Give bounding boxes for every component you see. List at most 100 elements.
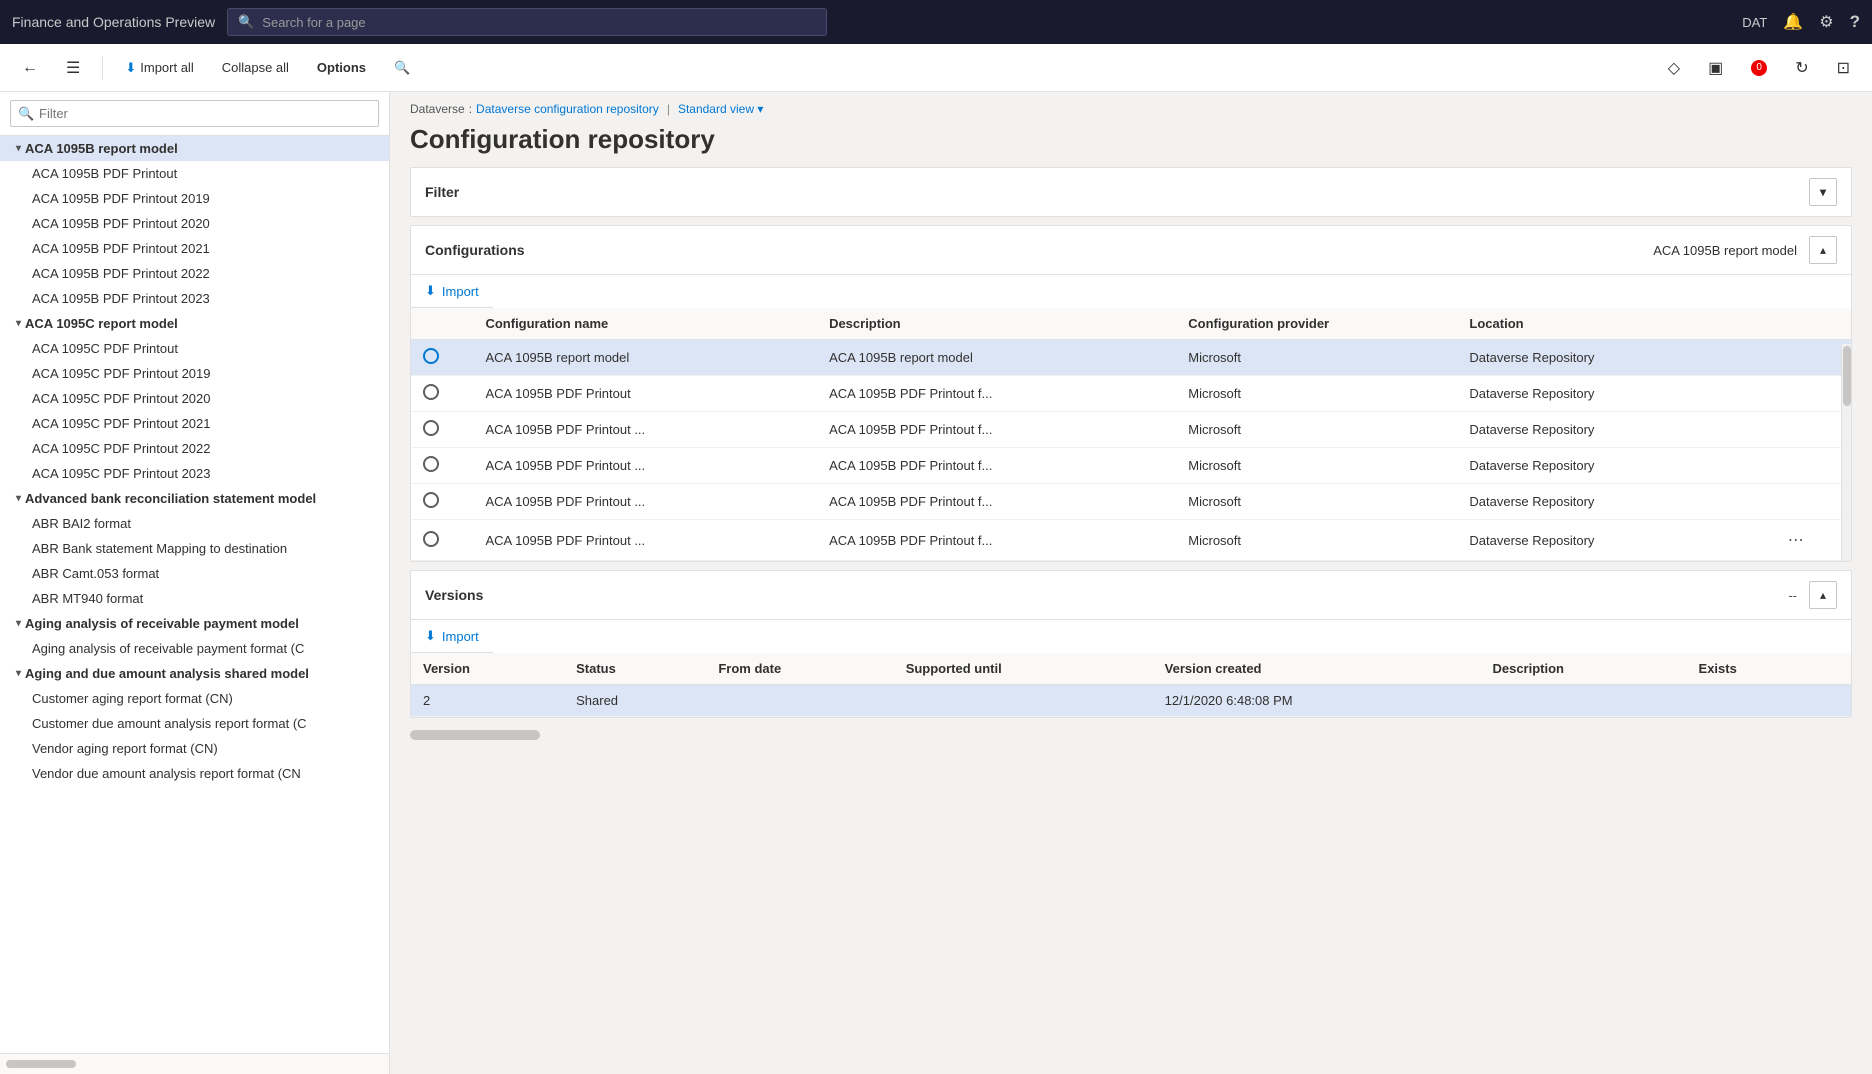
toolbar-diamond-icon[interactable]: ◇ xyxy=(1658,52,1690,84)
table-scrollbar-thumb[interactable] xyxy=(1843,346,1851,406)
radio-cell[interactable] xyxy=(411,448,473,484)
filter-panel-collapse-btn[interactable]: ▾ xyxy=(1809,178,1837,206)
bottom-scrollbar[interactable] xyxy=(410,730,540,740)
tree-item-cust-due[interactable]: Customer due amount analysis report form… xyxy=(0,711,380,736)
table-row[interactable]: ACA 1095B PDF Printout ... ACA 1095B PDF… xyxy=(411,484,1851,520)
tree-group-abr[interactable]: ▾ Advanced bank reconciliation statement… xyxy=(0,486,389,511)
tree-item-abr-mt940[interactable]: ABR MT940 format xyxy=(0,586,389,611)
import-all-button[interactable]: ⬇ Import all xyxy=(115,54,203,82)
tree-item-abr-bai2[interactable]: ABR BAI2 format xyxy=(0,511,389,536)
tree-item-aca1095b-pdf2022[interactable]: ACA 1095B PDF Printout 2022 xyxy=(0,261,389,286)
toolbar: ← ☰ ⬇ Import all Collapse all Options 🔍 … xyxy=(0,44,1872,92)
tree-item-aca1095b-pdf2021[interactable]: ACA 1095B PDF Printout 2021 xyxy=(0,236,389,261)
tree-item-vendor-aging[interactable]: Vendor aging report format (CN) xyxy=(0,736,389,761)
col-supported-until[interactable]: Supported until xyxy=(894,653,1153,685)
versions-import-button[interactable]: ⬇ Import xyxy=(411,620,493,653)
table-row[interactable]: ACA 1095B PDF Printout ... ACA 1095B PDF… xyxy=(411,520,1851,561)
provider-cell: Microsoft xyxy=(1176,340,1457,376)
notification-icon[interactable]: 🔔 xyxy=(1783,12,1803,32)
back-button[interactable]: ← xyxy=(12,53,48,83)
menu-button[interactable]: ☰ xyxy=(56,52,90,84)
tree-item-cust-aging[interactable]: Customer aging report format (CN) xyxy=(0,686,389,711)
col-exists[interactable]: Exists xyxy=(1687,653,1821,685)
sidebar-scroll-thumb[interactable] xyxy=(6,1060,76,1068)
help-icon[interactable]: ? xyxy=(1850,12,1860,32)
tree-item-label: Aging analysis of receivable payment for… xyxy=(32,641,304,656)
radio-button[interactable] xyxy=(423,348,439,364)
tree-item-abr-bank[interactable]: ABR Bank statement Mapping to destinatio… xyxy=(0,536,389,561)
radio-cell[interactable] xyxy=(411,412,473,448)
breadcrumb-view[interactable]: Standard view ▾ xyxy=(678,102,763,116)
tree-group-aca1095c[interactable]: ▾ ACA 1095C report model xyxy=(0,311,389,336)
chevron-up-icon: ▴ xyxy=(1820,588,1826,602)
tree-group-aging-due[interactable]: ▾ Aging and due amount analysis shared m… xyxy=(0,661,389,686)
col-status[interactable]: Status xyxy=(564,653,706,685)
toolbar-fullscreen-icon[interactable]: ⊡ xyxy=(1827,52,1860,84)
row-actions-button[interactable]: ⋯ xyxy=(1782,528,1810,552)
toolbar-search-button[interactable]: 🔍 xyxy=(384,54,420,82)
tree-item-vendor-due[interactable]: Vendor due amount analysis report format… xyxy=(0,761,380,786)
sidebar: 🔍 ▾ ACA 1095B report model ACA 1095B PDF… xyxy=(0,92,390,1074)
toolbar-search-icon: 🔍 xyxy=(394,60,410,76)
tree-item-aca1095b-pdf2023[interactable]: ACA 1095B PDF Printout 2023 xyxy=(0,286,389,311)
versions-panel-header[interactable]: Versions -- ▴ xyxy=(411,571,1851,620)
tree-item-aca1095b-pdf2019[interactable]: ACA 1095B PDF Printout 2019 xyxy=(0,186,389,211)
col-version-created[interactable]: Version created xyxy=(1153,653,1481,685)
tree-item-aging-recv-fmt[interactable]: Aging analysis of receivable payment for… xyxy=(0,636,380,661)
tree-item-aca1095c-pdf[interactable]: ACA 1095C PDF Printout xyxy=(0,336,389,361)
tree-item-aca1095c-pdf2023[interactable]: ACA 1095C PDF Printout 2023 xyxy=(0,461,389,486)
col-from-date[interactable]: From date xyxy=(706,653,893,685)
toolbar-badge-icon[interactable]: 0 xyxy=(1741,54,1777,82)
tree-item-aca1095c-pdf2021[interactable]: ACA 1095C PDF Printout 2021 xyxy=(0,411,389,436)
exists-cell xyxy=(1687,685,1821,717)
tree-item-aca1095c-pdf2020[interactable]: ACA 1095C PDF Printout 2020 xyxy=(0,386,389,411)
col-description[interactable]: Description xyxy=(817,308,1176,340)
tree-item-label: ACA 1095C PDF Printout 2019 xyxy=(32,366,211,381)
radio-cell[interactable] xyxy=(411,484,473,520)
settings-icon[interactable]: ⚙ xyxy=(1819,12,1833,32)
radio-button[interactable] xyxy=(423,420,439,436)
env-label: DAT xyxy=(1742,15,1767,30)
config-panel-collapse-btn[interactable]: ▴ xyxy=(1809,236,1837,264)
toolbar-layout-icon[interactable]: ▣ xyxy=(1698,52,1733,84)
table-row[interactable]: 2 Shared 12/1/2020 6:48:08 PM xyxy=(411,685,1851,717)
col-provider[interactable]: Configuration provider xyxy=(1176,308,1457,340)
radio-cell[interactable] xyxy=(411,520,473,561)
table-scrollbar-track[interactable] xyxy=(1841,344,1851,561)
tree-item-label: ABR Bank statement Mapping to destinatio… xyxy=(32,541,287,556)
radio-button[interactable] xyxy=(423,456,439,472)
radio-cell[interactable] xyxy=(411,340,473,376)
toolbar-separator xyxy=(102,56,103,80)
content-area: Dataverse : Dataverse configuration repo… xyxy=(390,92,1872,1074)
tree-item-aca1095c-pdf2019[interactable]: ACA 1095C PDF Printout 2019 xyxy=(0,361,389,386)
col-config-name[interactable]: Configuration name xyxy=(473,308,817,340)
table-row[interactable]: ACA 1095B PDF Printout ACA 1095B PDF Pri… xyxy=(411,376,1851,412)
tree-group-aca1095b[interactable]: ▾ ACA 1095B report model xyxy=(0,136,389,161)
table-row[interactable]: ACA 1095B report model ACA 1095B report … xyxy=(411,340,1851,376)
col-version[interactable]: Version xyxy=(411,653,564,685)
versions-panel-collapse-btn[interactable]: ▴ xyxy=(1809,581,1837,609)
tree-item-abr-camt[interactable]: ABR Camt.053 format xyxy=(0,561,389,586)
breadcrumb-link[interactable]: Dataverse configuration repository xyxy=(476,102,659,116)
config-panel-header[interactable]: Configurations ACA 1095B report model ▴ xyxy=(411,226,1851,275)
table-row[interactable]: ACA 1095B PDF Printout ... ACA 1095B PDF… xyxy=(411,412,1851,448)
tree-item-aca1095c-pdf2022[interactable]: ACA 1095C PDF Printout 2022 xyxy=(0,436,389,461)
col-ver-description[interactable]: Description xyxy=(1480,653,1686,685)
filter-panel-header[interactable]: Filter ▾ xyxy=(411,168,1851,216)
radio-button[interactable] xyxy=(423,492,439,508)
toolbar-refresh-icon[interactable]: ↻ xyxy=(1785,52,1818,84)
sidebar-filter-input[interactable] xyxy=(10,100,379,127)
global-search[interactable]: 🔍 Search for a page xyxy=(227,8,827,36)
col-location[interactable]: Location xyxy=(1457,308,1769,340)
radio-button[interactable] xyxy=(423,384,439,400)
tree-item-aca1095b-pdf2020[interactable]: ACA 1095B PDF Printout 2020 xyxy=(0,211,389,236)
table-row[interactable]: ACA 1095B PDF Printout ... ACA 1095B PDF… xyxy=(411,448,1851,484)
actions-cell[interactable]: ⋯ xyxy=(1770,520,1851,561)
radio-cell[interactable] xyxy=(411,376,473,412)
tree-item-aca1095b-pdf[interactable]: ACA 1095B PDF Printout xyxy=(0,161,389,186)
radio-button[interactable] xyxy=(423,531,439,547)
config-import-button[interactable]: ⬇ Import xyxy=(411,275,493,308)
tree-group-aging-recv[interactable]: ▾ Aging analysis of receivable payment m… xyxy=(0,611,389,636)
collapse-all-button[interactable]: Collapse all xyxy=(212,54,299,81)
options-button[interactable]: Options xyxy=(307,54,376,81)
